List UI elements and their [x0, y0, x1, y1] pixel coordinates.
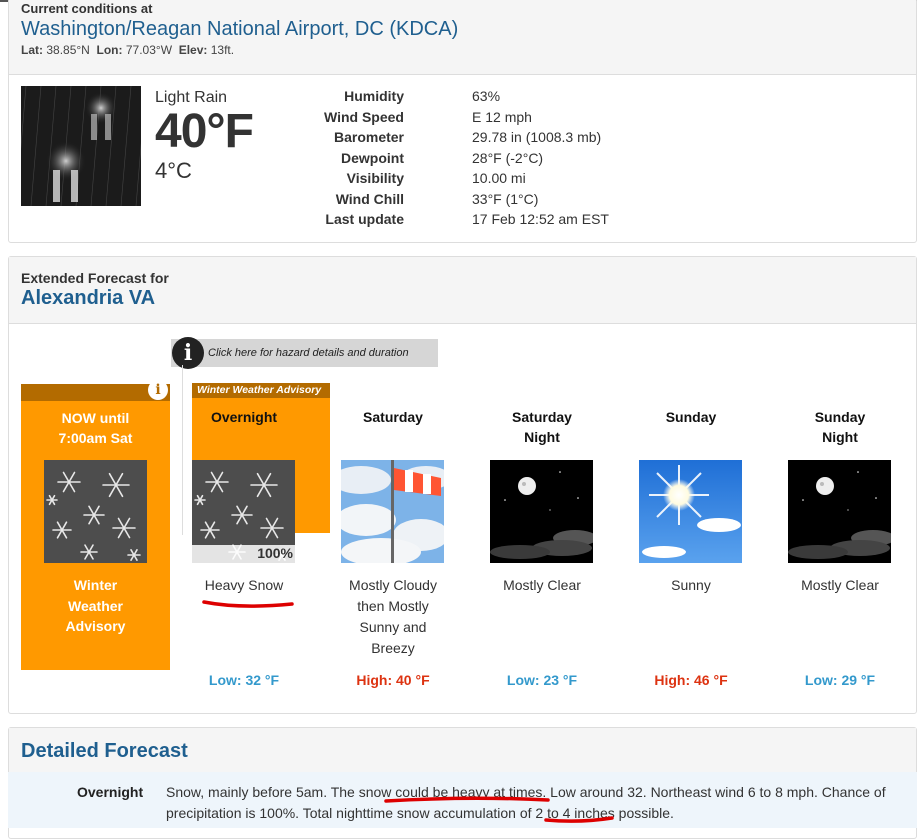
- red-underline-annotations: [202, 600, 614, 823]
- red-underline: [202, 600, 294, 608]
- red-underline: [544, 816, 614, 823]
- red-underline: [384, 796, 550, 803]
